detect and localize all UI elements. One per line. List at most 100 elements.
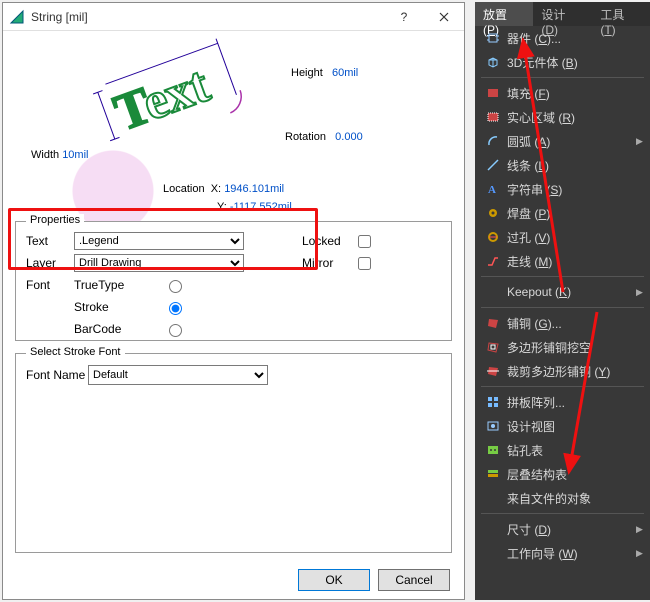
svg-text:A: A [488, 184, 496, 196]
submenu-arrow-icon: ▶ [636, 136, 650, 147]
menu-item[interactable]: 设计视图 [475, 414, 650, 438]
menu-item[interactable]: 工作向导 (W)▶ [475, 541, 650, 565]
place-menu-panel: 放置 (P) 设计 (D) 工具 (T) 器件 (C)... 3D元件体 (B) 填… [475, 2, 650, 600]
via-icon [483, 230, 503, 244]
rotation-label: Rotation 0.000 [285, 131, 363, 143]
menu-item-label: 拼板阵列... [503, 394, 650, 411]
menu-item[interactable]: 过孔 (V) [475, 225, 650, 249]
tab-place[interactable]: 放置 (P) [475, 2, 533, 26]
properties-group: Properties Text .Legend Locked Layer Dri… [15, 221, 452, 341]
menu-item[interactable]: 多边形铺铜挖空 [475, 335, 650, 359]
layer-combo[interactable]: Drill Drawing [74, 254, 244, 272]
barcode-radio[interactable] [169, 324, 182, 337]
grid-icon [483, 395, 503, 409]
menu-item[interactable]: A 字符串 (S) [475, 177, 650, 201]
route-icon [483, 254, 503, 268]
view-icon [483, 419, 503, 433]
string-properties-dialog: String [mil] ? Text T [2, 2, 465, 600]
menu-item-label: 尺寸 (D) [503, 521, 636, 538]
titlebar[interactable]: String [mil] ? [3, 3, 464, 31]
menu-separator [481, 513, 644, 514]
polycut-icon [483, 340, 503, 354]
string-icon: A [483, 182, 503, 196]
menu-item-label: 字符串 (S) [503, 181, 650, 198]
solid-icon [483, 110, 503, 124]
width-label: Width 10mil [31, 149, 88, 161]
menu-separator [481, 77, 644, 78]
chip-icon [483, 31, 503, 45]
tab-design[interactable]: 设计 (D) [533, 2, 592, 26]
menu-item[interactable]: 焊盘 (P) [475, 201, 650, 225]
text-combo[interactable]: .Legend [74, 232, 244, 250]
truetype-radio[interactable] [169, 280, 182, 293]
fontname-combo[interactable]: Default [88, 365, 268, 385]
submenu-arrow-icon: ▶ [636, 524, 650, 535]
arc-icon [483, 134, 503, 148]
menu-item-label: 设计视图 [503, 418, 650, 435]
drill-icon [483, 443, 503, 457]
pad-icon [483, 206, 503, 220]
menu-item-label: 走线 (M) [503, 253, 650, 270]
fontname-label: Font Name [26, 368, 88, 382]
menu-item-label: 焊盘 (P) [503, 205, 650, 222]
menu-separator [481, 386, 644, 387]
properties-legend: Properties [26, 214, 84, 226]
menu-item[interactable]: 拼板阵列... [475, 390, 650, 414]
submenu-arrow-icon: ▶ [636, 548, 650, 559]
menu-item-label: 工作向导 (W) [503, 545, 636, 562]
menu-item[interactable]: 器件 (C)... [475, 26, 650, 50]
menu-item-label: 钻孔表 [503, 442, 650, 459]
locked-checkbox[interactable] [358, 235, 371, 248]
menu-item[interactable]: 来自文件的对象 [475, 486, 650, 510]
menu-item-label: Keepout (K) [503, 285, 636, 299]
menu-item[interactable]: 3D元件体 (B) [475, 50, 650, 74]
location-y-label: Y: -1117.552mil [217, 201, 292, 213]
menu-item-label: 层叠结构表 [503, 466, 650, 483]
app-icon [9, 9, 25, 25]
close-button[interactable] [424, 3, 464, 31]
menu-item-label: 来自文件的对象 [503, 490, 650, 507]
layer-label: Layer [26, 256, 74, 270]
menu-item[interactable]: 圆弧 (A)▶ [475, 129, 650, 153]
menu-item-label: 裁剪多边形铺铜 (Y) [503, 363, 650, 380]
menu-item-label: 3D元件体 (B) [503, 54, 650, 71]
dialog-buttons: OK Cancel [298, 569, 450, 591]
menu-item[interactable]: 钻孔表 [475, 438, 650, 462]
menu-item-label: 器件 (C)... [503, 30, 650, 47]
menu-separator [481, 307, 644, 308]
menu-item-label: 圆弧 (A) [503, 133, 636, 150]
stroke-radio[interactable] [169, 302, 182, 315]
mirror-checkbox[interactable] [358, 257, 371, 270]
truetype-label: TrueType [74, 278, 164, 292]
menu-item-label: 过孔 (V) [503, 229, 650, 246]
menu-item[interactable]: 铺铜 (G)... [475, 311, 650, 335]
font-label: Font [26, 278, 74, 292]
poly-icon [483, 316, 503, 330]
cube-icon [483, 55, 503, 69]
barcode-label: BarCode [74, 322, 164, 336]
rect-icon [483, 86, 503, 100]
menu-item[interactable]: 线条 (L) [475, 153, 650, 177]
stroke-font-group: Select Stroke Font Font Name Default [15, 353, 452, 553]
ok-button[interactable]: OK [298, 569, 370, 591]
menu-separator [481, 276, 644, 277]
menu-item[interactable]: 实心区域 (R) [475, 105, 650, 129]
menu-item-label: 线条 (L) [503, 157, 650, 174]
polyclip-icon [483, 364, 503, 378]
help-button[interactable]: ? [384, 3, 424, 31]
menu-item[interactable]: 填充 (F) [475, 81, 650, 105]
mirror-label: Mirror [302, 256, 354, 270]
tab-tool[interactable]: 工具 (T) [592, 2, 650, 26]
height-label: Height 60mil [291, 67, 358, 79]
location-label: Location X: 1946.101mil [163, 183, 284, 195]
menu-item[interactable]: 裁剪多边形铺铜 (Y) [475, 359, 650, 383]
menu-item[interactable]: Keepout (K)▶ [475, 280, 650, 304]
menu-item-label: 实心区域 (R) [503, 109, 650, 126]
menu-item[interactable]: 走线 (M) [475, 249, 650, 273]
locked-label: Locked [302, 234, 354, 248]
menu-item[interactable]: 层叠结构表 [475, 462, 650, 486]
cancel-button[interactable]: Cancel [378, 569, 450, 591]
dialog-title: String [mil] [31, 10, 384, 24]
menu-item[interactable]: 尺寸 (D)▶ [475, 517, 650, 541]
menu-item-label: 多边形铺铜挖空 [503, 339, 650, 356]
